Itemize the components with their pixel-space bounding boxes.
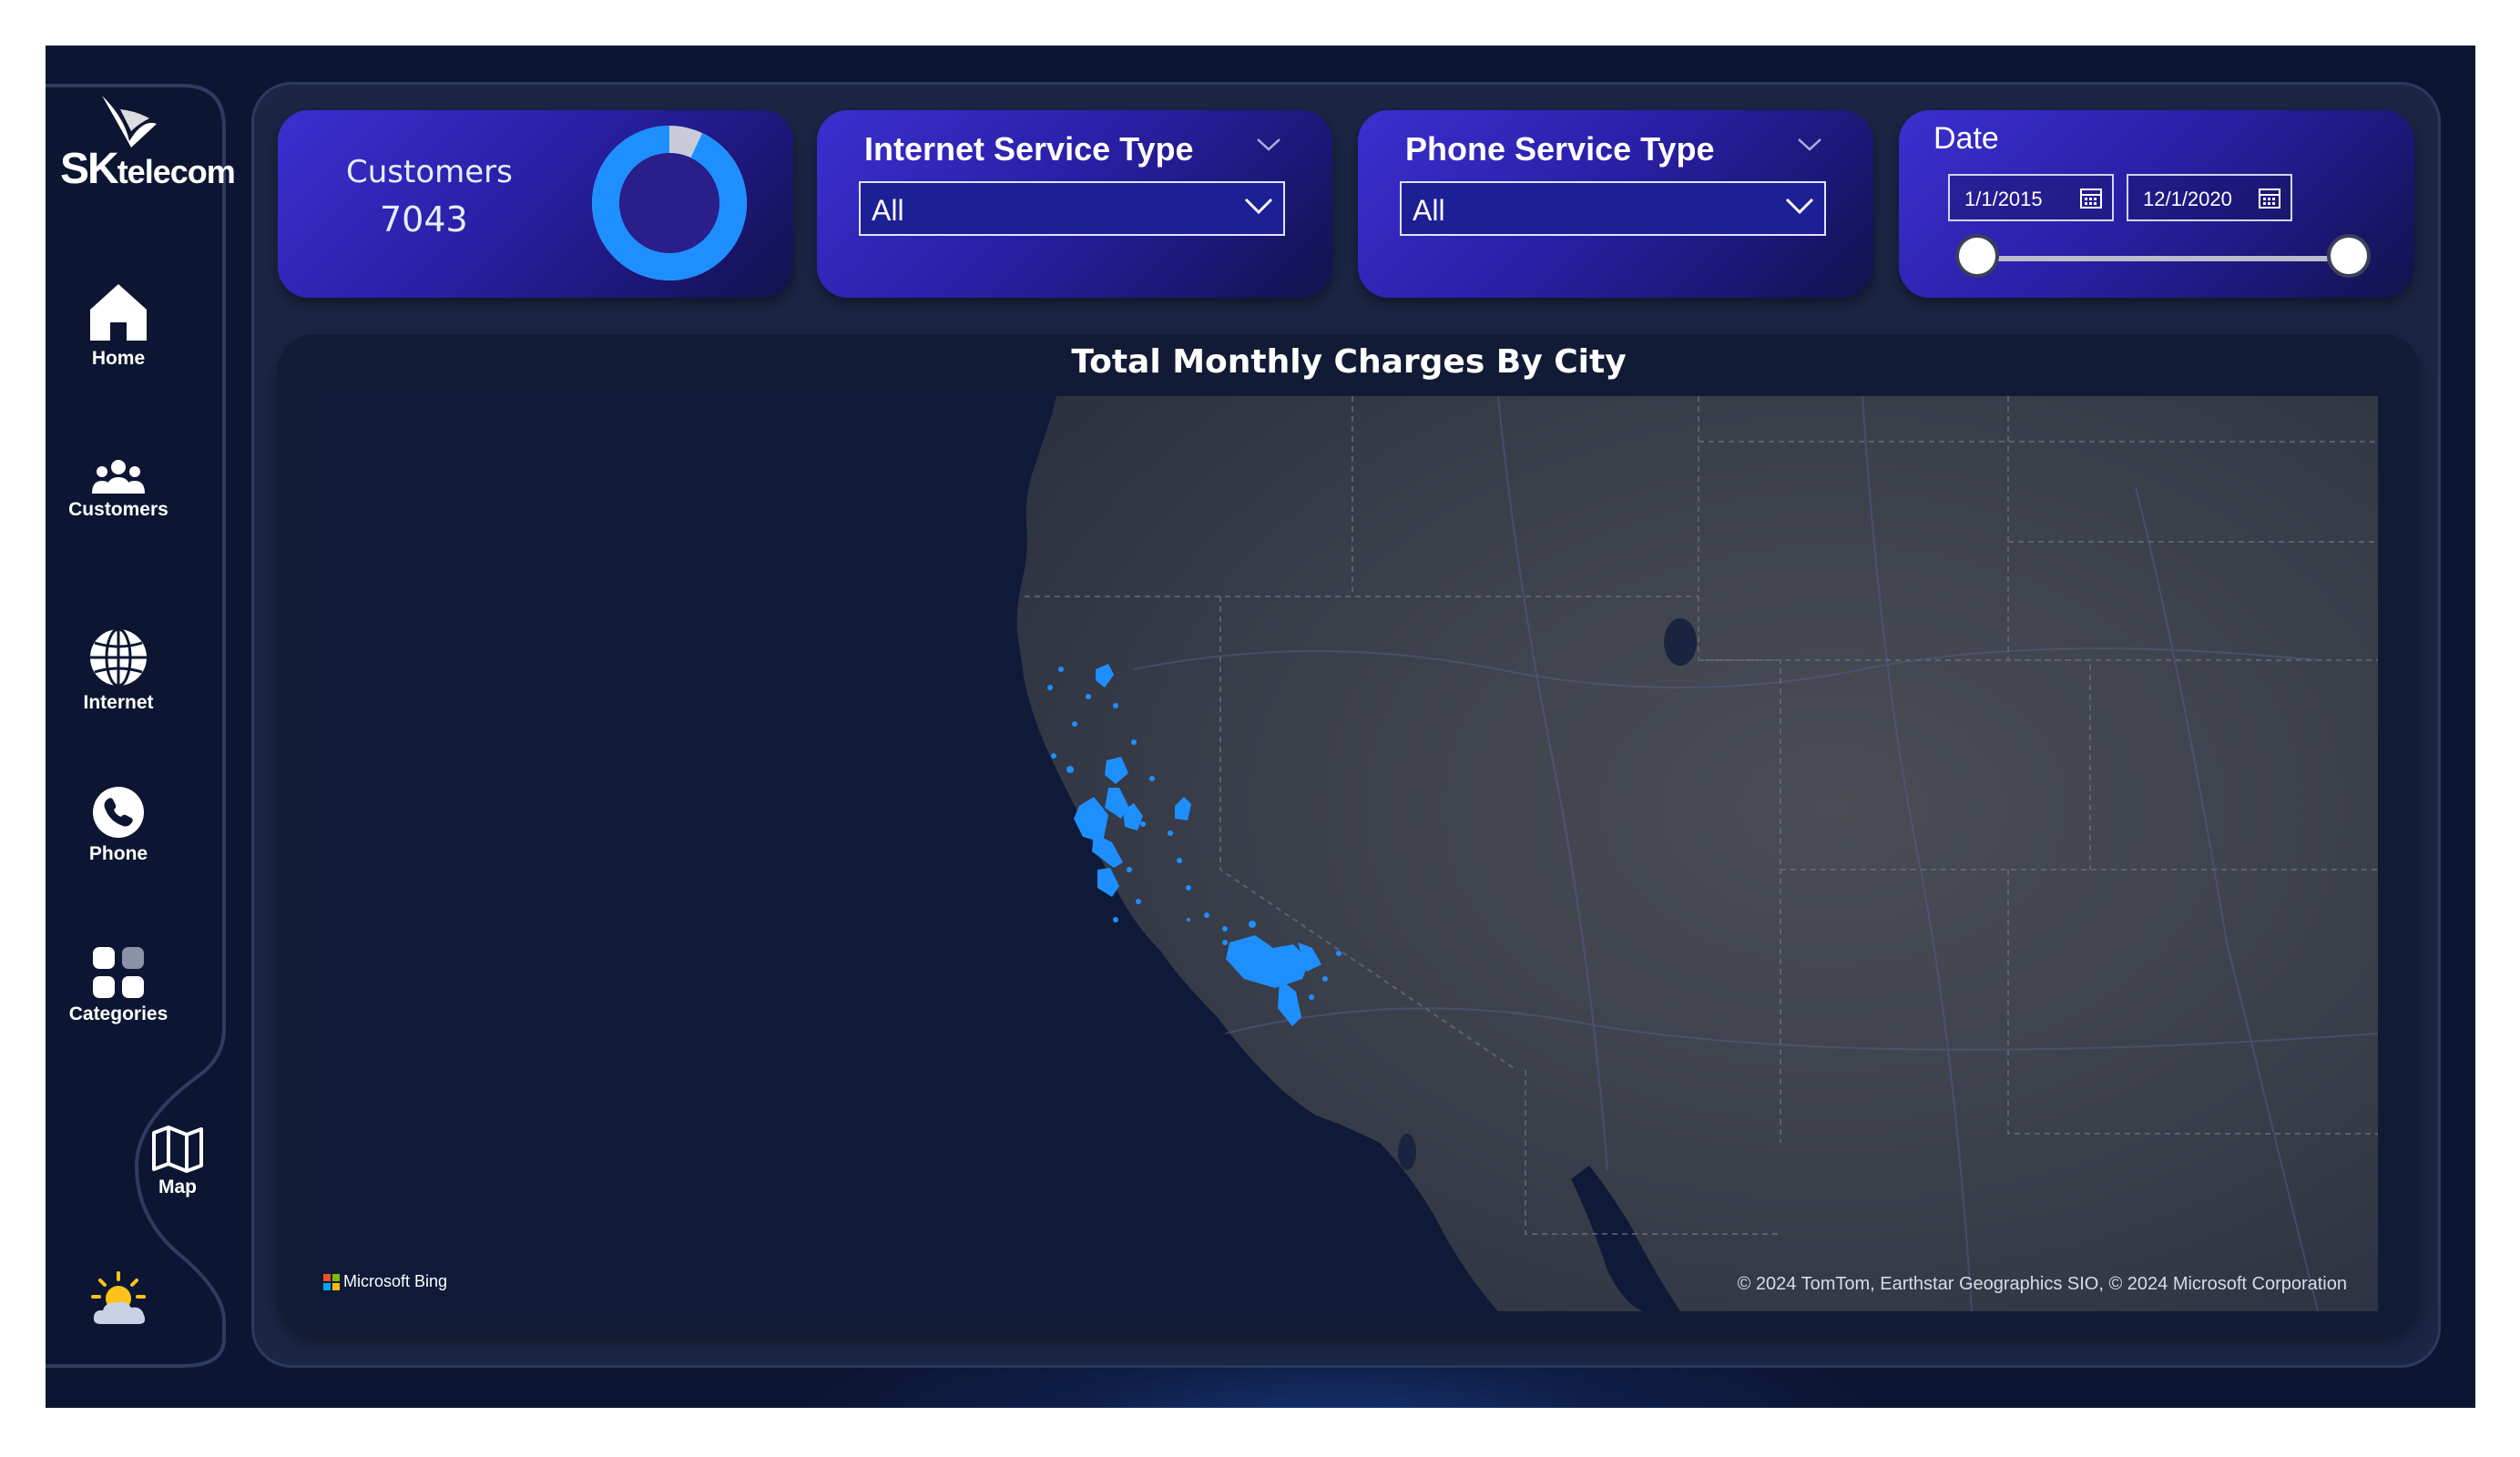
- nav-phone[interactable]: Phone: [46, 785, 209, 865]
- customers-donut-chart[interactable]: [587, 121, 751, 285]
- calendar-icon[interactable]: [2079, 186, 2103, 209]
- brand-wordmark: SKtelecom: [60, 144, 236, 194]
- nav-internet[interactable]: Internet: [46, 627, 209, 714]
- brand-suffix: telecom: [117, 153, 236, 190]
- chevron-down-icon: [1785, 198, 1814, 215]
- nav-phone-label: Phone: [88, 843, 148, 864]
- nav-categories-label: Categories: [68, 1004, 168, 1024]
- dashboard-app: SKtelecom Home Customers Internet Phone …: [46, 46, 2475, 1408]
- nav-customers[interactable]: Customers: [46, 459, 209, 521]
- date-start-handle[interactable]: [1955, 234, 1999, 278]
- nav-map[interactable]: Map: [87, 1126, 269, 1198]
- map-copyright: © 2024 TomTom, Earthstar Geographics SIO…: [1737, 1274, 2347, 1294]
- phone-slicer-title: Phone Service Type: [1405, 130, 1715, 168]
- date-slicer: Date 1/1/2015 12/1/2020: [1899, 110, 2414, 298]
- brand-prefix: SK: [60, 145, 119, 193]
- chevron-down-icon[interactable]: [1797, 138, 1822, 152]
- map-graphic: [314, 396, 2378, 1311]
- microsoft-logo-icon: [323, 1274, 340, 1291]
- nav-customers-label: Customers: [68, 499, 168, 520]
- end-date-input[interactable]: 12/1/2020: [2127, 174, 2292, 221]
- internet-service-dropdown[interactable]: All: [859, 181, 1285, 236]
- kpi-label: Customers: [346, 154, 513, 190]
- nav-categories[interactable]: Categories: [46, 945, 209, 1025]
- bing-label: Microsoft Bing: [343, 1272, 448, 1290]
- nav-home-label: Home: [91, 348, 146, 369]
- map-visual: Total Monthly Charges By City Microsoft …: [278, 334, 2420, 1336]
- internet-slicer-title: Internet Service Type: [864, 130, 1194, 168]
- brand-logo: SKtelecom: [60, 96, 242, 209]
- nav-map-label: Map: [158, 1177, 197, 1197]
- globe-icon: [90, 627, 147, 688]
- date-slicer-title: Date: [1933, 121, 1999, 156]
- weather-widget[interactable]: [91, 1271, 151, 1330]
- map-title: Total Monthly Charges By City: [1071, 343, 1627, 381]
- phone-service-slicer: Phone Service Type All: [1358, 110, 1873, 298]
- map-icon: [152, 1126, 203, 1173]
- customers-kpi-card[interactable]: Customers 7043: [278, 110, 793, 298]
- main-frame: Customers 7043 Internet Service Type All: [251, 82, 2441, 1368]
- weather-sun-cloud-icon: [91, 1271, 146, 1324]
- nav-home[interactable]: Home: [46, 280, 209, 370]
- phone-service-dropdown[interactable]: All: [1400, 181, 1826, 236]
- grid-icon: [93, 947, 144, 998]
- calendar-icon[interactable]: [2258, 186, 2281, 209]
- nav-internet-label: Internet: [83, 692, 154, 713]
- start-date-value: 1/1/2015: [1964, 188, 2043, 210]
- start-date-input[interactable]: 1/1/2015: [1948, 174, 2114, 221]
- end-date-value: 12/1/2020: [2143, 188, 2232, 210]
- internet-dropdown-value: All: [872, 194, 904, 227]
- lake: [1398, 1134, 1416, 1170]
- map-canvas[interactable]: [314, 396, 2378, 1311]
- home-icon: [90, 284, 147, 341]
- kpi-value: 7043: [380, 199, 468, 239]
- bing-attribution: Microsoft Bing: [323, 1272, 447, 1291]
- date-end-handle[interactable]: [2327, 234, 2371, 278]
- lake: [1664, 618, 1697, 666]
- phone-dropdown-value: All: [1413, 194, 1445, 227]
- phone-icon: [93, 787, 144, 838]
- chevron-down-icon[interactable]: [1256, 138, 1281, 152]
- date-range-track[interactable]: [1977, 256, 2349, 261]
- users-icon: [92, 460, 145, 494]
- internet-service-slicer: Internet Service Type All: [817, 110, 1332, 298]
- chevron-down-icon: [1244, 198, 1273, 215]
- donut-center: [619, 153, 719, 253]
